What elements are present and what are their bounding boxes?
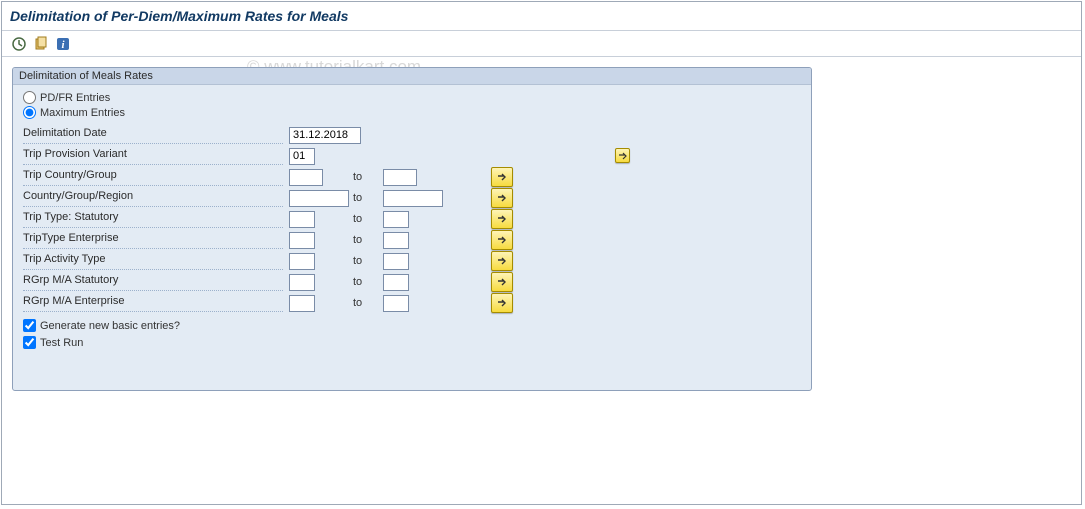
- input-trip-type-stat-to[interactable]: [383, 211, 409, 228]
- input-trip-activity-from[interactable]: [289, 253, 315, 270]
- label-rgrp-ent: RGrp M/A Enterprise: [23, 294, 283, 312]
- label-trip-type-stat: Trip Type: Statutory: [23, 210, 283, 228]
- to-label: to: [349, 171, 379, 183]
- label-rgrp-stat: RGrp M/A Statutory: [23, 273, 283, 291]
- multi-selection-button[interactable]: [491, 230, 513, 250]
- group-title: Delimitation of Meals Rates: [13, 68, 811, 85]
- to-label: to: [349, 192, 379, 204]
- label-trip-activity: Trip Activity Type: [23, 252, 283, 270]
- group-delimitation: Delimitation of Meals Rates PD/FR Entrie…: [12, 67, 812, 391]
- to-label: to: [349, 297, 379, 309]
- label-trip-variant: Trip Provision Variant: [23, 147, 283, 165]
- page-title: Delimitation of Per-Diem/Maximum Rates f…: [2, 2, 1081, 31]
- input-rgrp-ent-to[interactable]: [383, 295, 409, 312]
- to-label: to: [349, 276, 379, 288]
- checkbox-test-run-label: Test Run: [40, 337, 83, 349]
- radio-maximum-label: Maximum Entries: [40, 107, 125, 119]
- input-trip-country-from[interactable]: [289, 169, 323, 186]
- variants-icon[interactable]: [32, 35, 50, 53]
- checkbox-generate-entries-label: Generate new basic entries?: [40, 320, 180, 332]
- input-trip-activity-to[interactable]: [383, 253, 409, 270]
- input-rgrp-stat-to[interactable]: [383, 274, 409, 291]
- input-trip-variant-from[interactable]: [289, 148, 315, 165]
- radio-maximum[interactable]: [23, 106, 36, 119]
- checkbox-test-run[interactable]: [23, 336, 36, 349]
- input-trip-country-to[interactable]: [383, 169, 417, 186]
- input-delim-date[interactable]: [289, 127, 361, 144]
- multi-selection-button[interactable]: [615, 148, 630, 163]
- execute-icon[interactable]: [10, 35, 28, 53]
- label-country-region: Country/Group/Region: [23, 189, 283, 207]
- multi-selection-button[interactable]: [491, 209, 513, 229]
- to-label: to: [349, 255, 379, 267]
- input-trip-type-ent-to[interactable]: [383, 232, 409, 249]
- multi-selection-button[interactable]: [491, 272, 513, 292]
- input-country-region-from[interactable]: [289, 190, 349, 207]
- radio-pdfr[interactable]: [23, 91, 36, 104]
- app-toolbar: i © www.tutorialkart.com: [2, 31, 1081, 57]
- input-rgrp-stat-from[interactable]: [289, 274, 315, 291]
- checkbox-generate-entries[interactable]: [23, 319, 36, 332]
- to-label: to: [349, 213, 379, 225]
- multi-selection-button[interactable]: [491, 188, 513, 208]
- multi-selection-button[interactable]: [491, 293, 513, 313]
- input-rgrp-ent-from[interactable]: [289, 295, 315, 312]
- radio-pdfr-label: PD/FR Entries: [40, 92, 110, 104]
- multi-selection-button[interactable]: [491, 251, 513, 271]
- input-trip-type-ent-from[interactable]: [289, 232, 315, 249]
- multi-selection-button[interactable]: [491, 167, 513, 187]
- label-trip-type-ent: TripType Enterprise: [23, 231, 283, 249]
- label-delim-date: Delimitation Date: [23, 126, 283, 144]
- label-trip-country: Trip Country/Group: [23, 168, 283, 186]
- input-country-region-to[interactable]: [383, 190, 443, 207]
- info-icon[interactable]: i: [54, 35, 72, 53]
- to-label: to: [349, 234, 379, 246]
- input-trip-type-stat-from[interactable]: [289, 211, 315, 228]
